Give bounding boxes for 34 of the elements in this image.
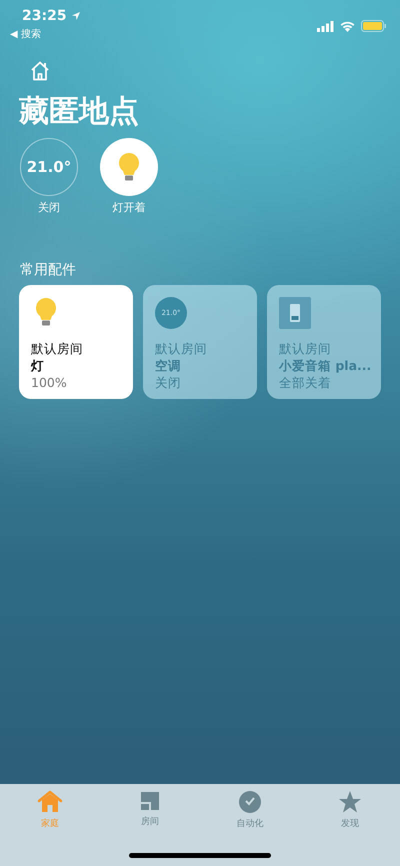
status-time: 23:25 [22,8,67,24]
light-bulb-icon [35,297,57,327]
summary-label: 灯开着 [112,200,146,215]
rooms-icon [139,790,161,812]
signal-icon [317,20,334,32]
room-name: 默认房间 [155,340,208,357]
accessory-name: 灯 [31,357,45,374]
wifi-icon [340,20,355,32]
battery-icon [361,20,386,32]
back-link[interactable]: ◀ 搜索 [10,27,81,41]
accessory-status: 关闭 [155,374,182,391]
accessory-status: 100% [31,374,68,391]
home-icon[interactable] [29,60,51,82]
summary-label: 关闭 [38,200,60,215]
accessory-name: 小爱音箱 pla... [279,357,371,374]
location-arrow-icon [70,11,81,21]
accessory-tile[interactable]: 默认房间 灯 100% [19,285,133,399]
room-name: 默认房间 [279,340,332,357]
switch-icon [279,297,311,329]
home-title: 藏匿地点 [19,93,140,131]
temperature-button[interactable]: 21.0° [20,138,78,196]
tab-home[interactable]: 家庭 [0,790,100,830]
section-title: 常用配件 [20,261,77,279]
room-name: 默认房间 [31,340,84,357]
tab-discover[interactable]: 发现 [300,790,400,830]
house-icon [37,790,63,814]
light-bulb-icon [118,152,140,182]
accessory-tile[interactable]: 默认房间 小爱音箱 pla... 全部关着 [267,285,381,399]
tab-automation[interactable]: 自动化 [200,790,300,830]
accessory-name: 空调 [155,357,182,374]
accessory-status: 全部关着 [279,374,332,391]
clock-check-icon [238,790,262,814]
tab-rooms[interactable]: 房间 [100,790,200,830]
star-icon [338,790,362,814]
